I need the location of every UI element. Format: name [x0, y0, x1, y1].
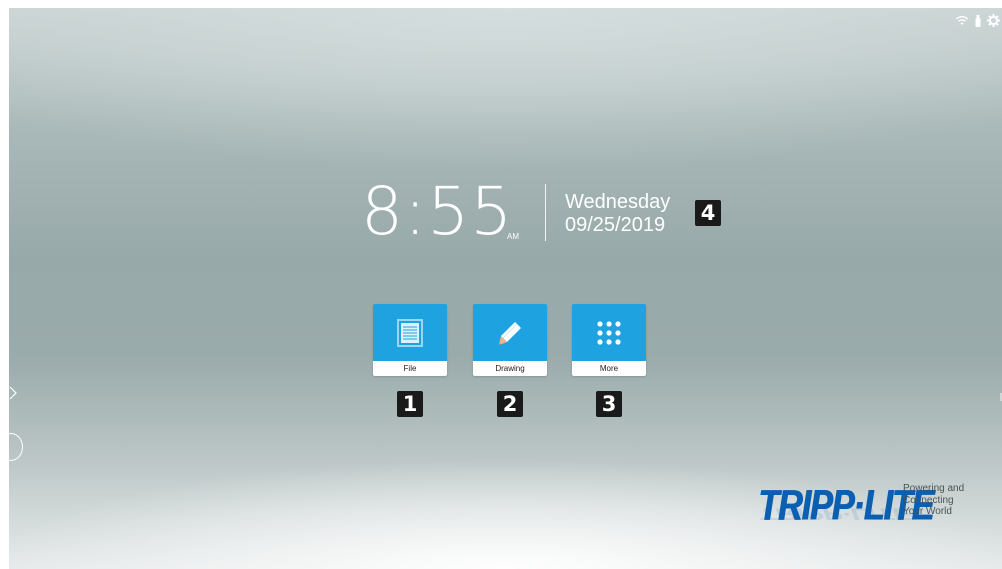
callout-4: 4	[695, 200, 721, 226]
drawing-app-button[interactable]: Drawing	[473, 304, 547, 376]
logo-tagline: Powering and Connecting Your World	[903, 483, 964, 518]
grid-dots-icon	[597, 320, 621, 345]
chevron-right-icon[interactable]	[9, 386, 17, 405]
pencil-icon	[499, 321, 521, 345]
logo-tagline-line-1: Powering and	[903, 483, 965, 494]
day-label: Wednesday	[565, 191, 671, 213]
tripp-lite-logo: TRIPP·LITE TRIPP·LITE Powering and Conne…	[758, 478, 972, 538]
side-circle-button[interactable]	[9, 433, 23, 461]
file-app-button[interactable]: File	[373, 304, 447, 376]
clock-ampm: AM	[507, 232, 519, 241]
date-widget: Wednesday 09/25/2019	[565, 191, 670, 237]
status-bar	[955, 14, 1000, 27]
date-label: 09/25/2019	[565, 214, 666, 236]
logo-tagline-line-3: Your World	[903, 506, 952, 517]
callout-3: 3	[596, 391, 622, 417]
more-apps-label: More	[572, 361, 646, 376]
file-app-label: File	[373, 361, 447, 376]
home-screen: 8:55 AM Wednesday 09/25/2019 4 File Draw…	[9, 8, 1002, 569]
document-icon	[397, 318, 423, 347]
logo-tagline-line-2: Connecting	[903, 494, 954, 506]
drawing-app-label: Drawing	[473, 361, 547, 376]
wifi-icon[interactable]	[955, 15, 969, 26]
callout-2: 2	[497, 391, 523, 417]
usb-icon[interactable]	[975, 14, 981, 27]
callout-1: 1	[397, 391, 423, 417]
settings-gear-icon[interactable]	[987, 14, 1000, 27]
clock-divider	[545, 184, 546, 241]
more-apps-button[interactable]: More	[572, 304, 646, 376]
logo-reflection: TRIPP·LITE	[758, 504, 912, 523]
clock-time: 8:55	[361, 173, 514, 250]
